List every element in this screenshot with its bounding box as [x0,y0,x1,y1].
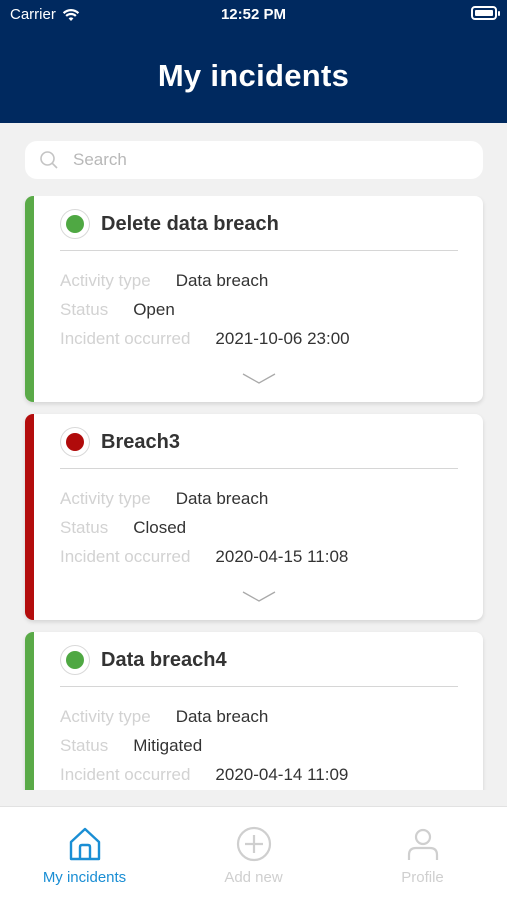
tab-my-incidents[interactable]: My incidents [0,807,169,900]
occurred-value: 2021-10-06 23:00 [215,329,350,348]
tab-label: My incidents [42,869,127,886]
status-label: Status [60,518,109,537]
activity-row: Activity type Data breach [60,489,268,509]
status-value: Mitigated [133,736,203,755]
tab-label: Add new [224,869,283,886]
search-icon [40,151,58,169]
home-icon [69,827,100,861]
app-header: Carrier 12:52 PM My incidents [0,0,507,123]
tab-profile[interactable]: Profile [338,807,507,900]
status-indicator [60,645,90,675]
incident-name: Delete data breach [101,213,279,235]
status-label: Status [60,300,109,319]
occurred-row: Incident occurred 2020-04-15 11:08 [60,547,348,567]
search-input[interactable] [73,150,453,170]
tab-bar: My incidents Add new Profile [0,806,507,900]
status-dot-icon [66,651,84,669]
occurred-row: Incident occurred 2020-04-14 11:09 [60,765,348,785]
status-accent-bar [25,632,34,790]
plus-circle-icon [236,826,271,862]
occurred-label: Incident occurred [60,329,191,348]
chevron-down-icon[interactable] [241,372,277,386]
occurred-row: Incident occurred 2021-10-06 23:00 [60,329,350,349]
status-dot-icon [66,215,84,233]
divider [60,468,458,469]
person-icon [407,828,438,860]
activity-value: Data breach [175,707,269,726]
activity-value: Data breach [175,271,269,290]
incident-card[interactable]: Breach3 Activity type Data breach Status C… [25,414,483,620]
status-dot-icon [66,433,84,451]
occurred-value: 2020-04-15 11:08 [215,547,349,566]
battery-icon [471,6,500,20]
activity-value: Data breach [175,489,269,508]
tab-label: Profile [401,869,444,886]
activity-label: Activity type [60,489,151,508]
activity-label: Activity type [60,707,151,726]
divider [60,250,458,251]
tab-add-new[interactable]: Add new [169,807,338,900]
incident-name: Breach3 [101,431,180,453]
page-title: My incidents [157,58,350,93]
status-accent-bar [25,196,34,402]
status-value: Closed [133,518,187,537]
activity-row: Activity type Data breach [60,271,268,291]
status-label: Status [60,736,109,755]
status-time: 12:52 PM [220,6,287,23]
status-row: Status Mitigated [60,736,202,756]
incident-list[interactable]: Delete data breach Activity type Data bre… [0,196,507,790]
status-bar: Carrier 12:52 PM [0,0,507,30]
incident-card[interactable]: Delete data breach Activity type Data bre… [25,196,483,402]
occurred-label: Incident occurred [60,765,191,784]
status-accent-bar [25,414,34,620]
status-row: Status Closed [60,518,186,538]
status-row: Status Open [60,300,175,320]
divider [60,686,458,687]
status-value: Open [133,300,175,319]
activity-row: Activity type Data breach [60,707,268,727]
search-bar[interactable] [25,141,483,179]
chevron-down-icon[interactable] [241,590,277,604]
incident-name: Data breach4 [101,649,227,671]
occurred-label: Incident occurred [60,547,191,566]
status-indicator [60,427,90,457]
status-indicator [60,209,90,239]
occurred-value: 2020-04-14 11:09 [215,765,349,784]
incident-card[interactable]: Data breach4 Activity type Data breach St… [25,632,483,790]
activity-label: Activity type [60,271,151,290]
